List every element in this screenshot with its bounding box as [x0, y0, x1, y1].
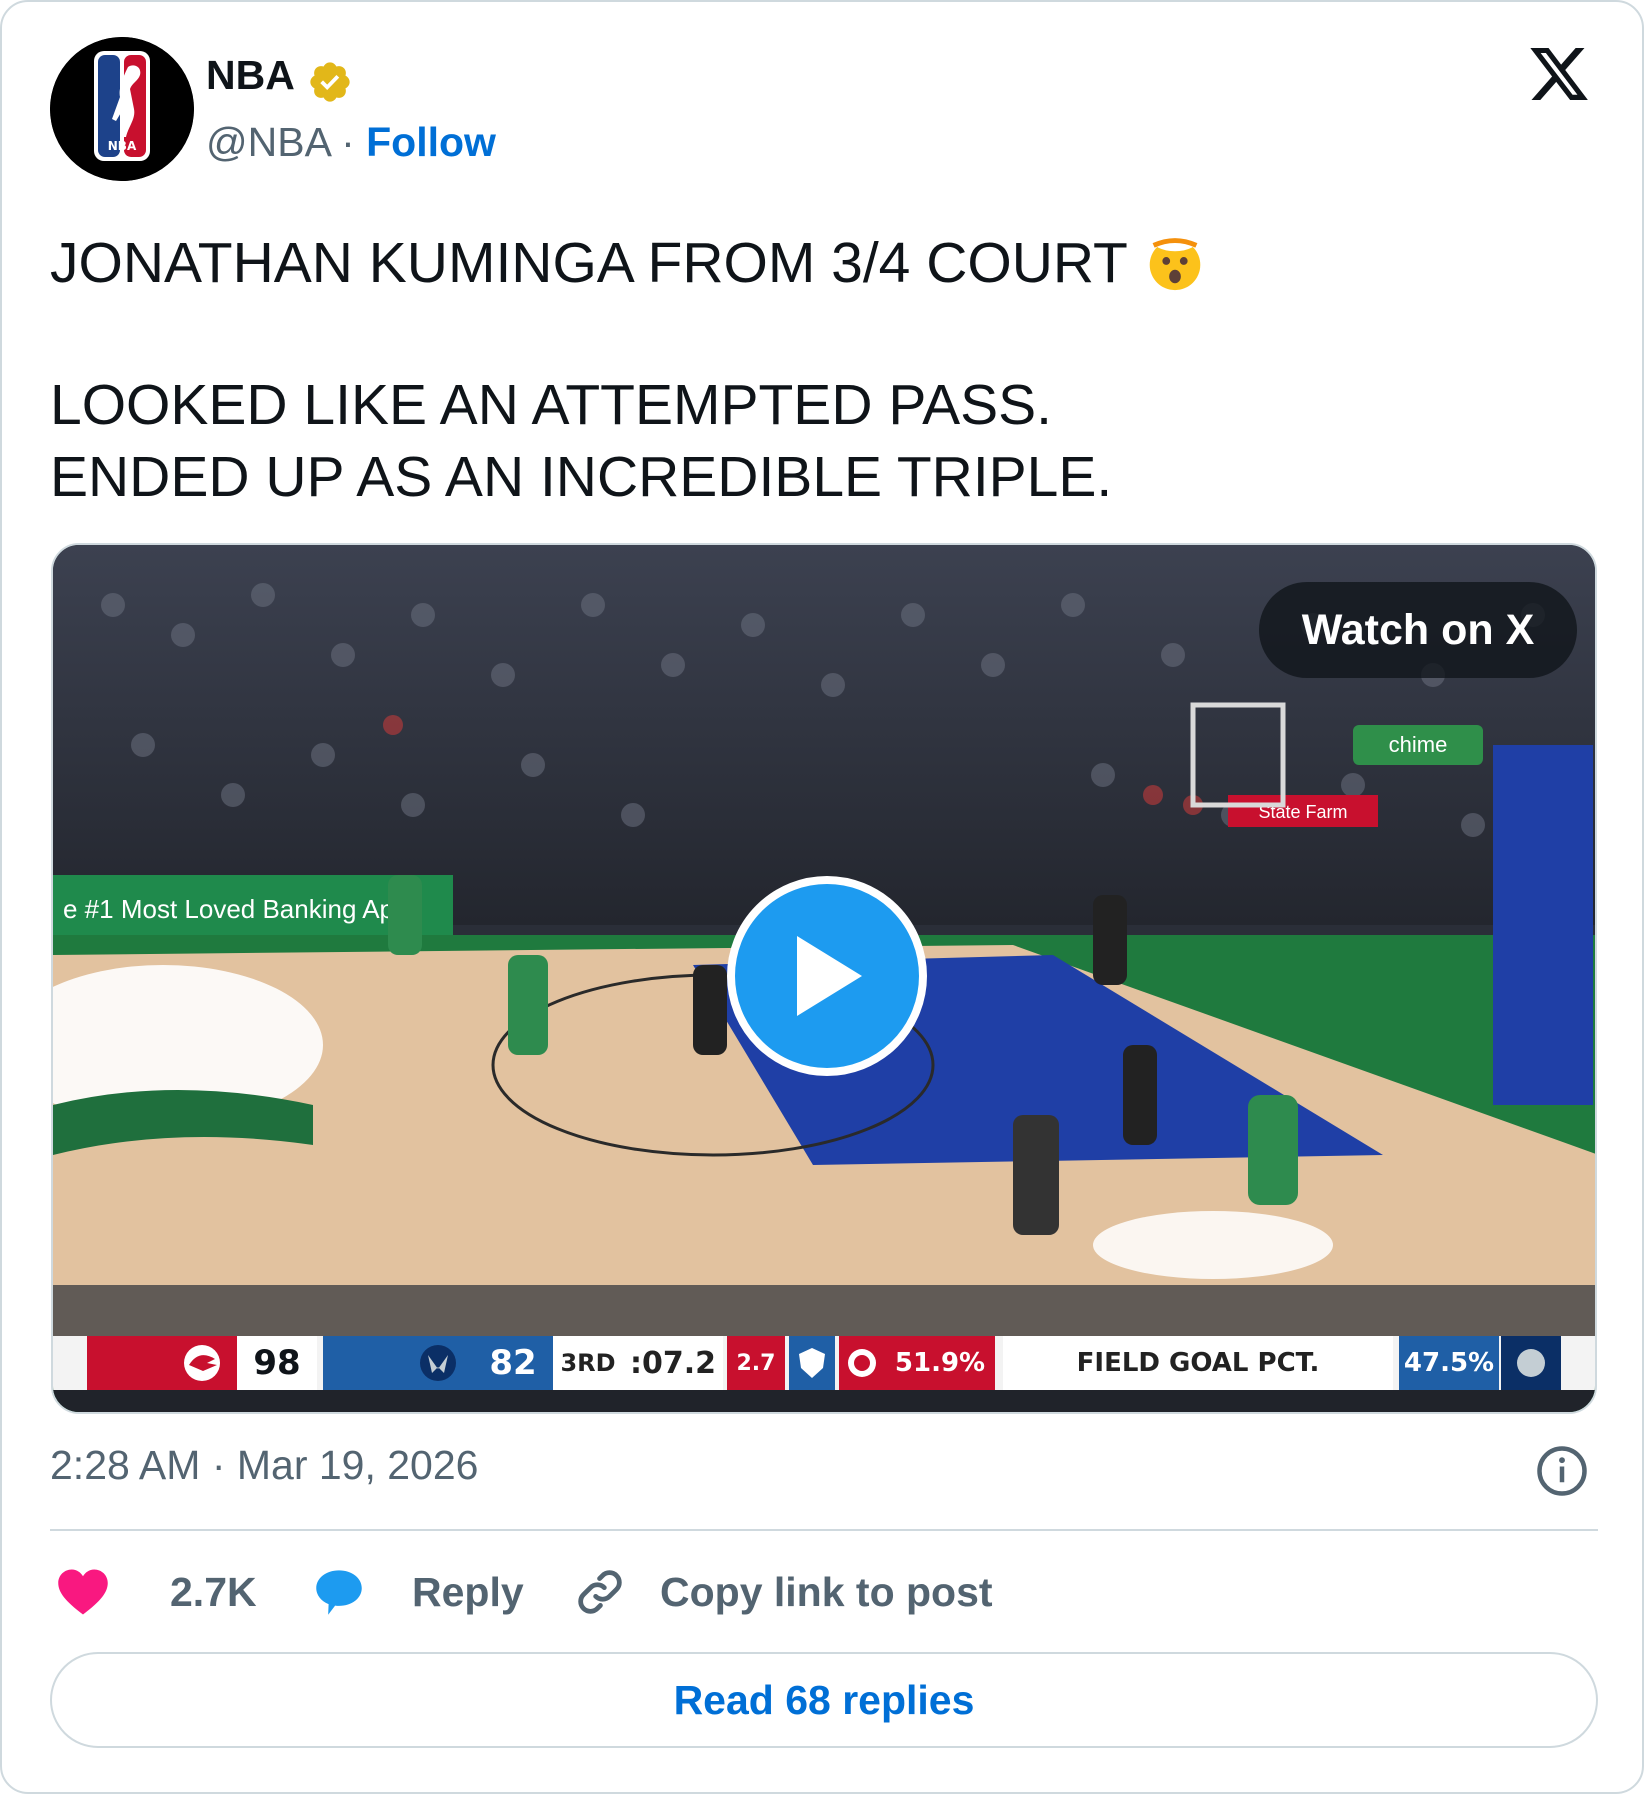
mavs-logo-icon: [420, 1345, 456, 1381]
reply-label: Reply: [412, 1568, 524, 1615]
author-handle[interactable]: @NBA: [206, 119, 330, 165]
nba-logo-icon: NBA: [50, 37, 194, 181]
mavs-mini-icon: [1517, 1349, 1545, 1377]
like-count: 2.7K: [170, 1568, 257, 1615]
sponsor-chime-text: chime: [1389, 732, 1448, 757]
copy-link-label: Copy link to post: [660, 1568, 993, 1615]
play-icon: [797, 936, 862, 1016]
hawks-logo-icon: [184, 1345, 220, 1381]
verified-badge-icon: [310, 62, 350, 102]
svg-text:NBA: NBA: [108, 139, 137, 153]
hawks-mini-icon: [848, 1349, 876, 1377]
exploding-head-emoji-icon: [1149, 226, 1201, 291]
stat-right: 47.5%: [1399, 1336, 1499, 1390]
x-logo-icon[interactable]: [1524, 42, 1594, 106]
copy-link-button[interactable]: Copy link to post: [574, 1562, 993, 1622]
tweet-line-2: LOOKED LIKE AN ATTEMPTED PASS.: [50, 373, 1053, 437]
fanduel-shield-icon: [799, 1348, 825, 1378]
tweet-line-3: ENDED UP AS AN INCREDIBLE TRIPLE.: [50, 445, 1113, 509]
stat-left: 51.9%: [885, 1336, 995, 1390]
away-score: 82: [473, 1336, 553, 1390]
post-timestamp[interactable]: 2:28 AM · Mar 19, 2026: [50, 1442, 478, 1489]
handle-line: @NBA · Follow: [206, 119, 496, 166]
period: 3RD: [553, 1336, 623, 1390]
reply-button[interactable]: Reply: [312, 1562, 524, 1622]
scorebug: 98 82 3RD :07.2 2.7 51.9% FIELD GOAL PCT…: [53, 1336, 1595, 1390]
mavs-mini-logo-cell: [1501, 1336, 1561, 1390]
follow-link[interactable]: Follow: [366, 119, 496, 165]
watch-on-x-button[interactable]: Watch on X: [1259, 582, 1577, 678]
reply-bubble-icon: [316, 1570, 362, 1615]
tweet-text: JONATHAN KUMINGA FROM 3/4 COURT LOOKED L…: [50, 224, 1610, 513]
like-button[interactable]: 2.7K: [56, 1562, 257, 1622]
home-score: 98: [237, 1336, 317, 1390]
heart-icon: [58, 1569, 108, 1615]
author-name[interactable]: NBA: [206, 52, 295, 99]
play-button[interactable]: [727, 876, 927, 1076]
shot-clock: 2.7: [727, 1336, 785, 1390]
court-banner-text: e #1 Most Loved Banking App.: [63, 894, 416, 924]
video-player[interactable]: e #1 Most Loved Banking App. chime State…: [51, 543, 1597, 1414]
game-clock: :07.2: [623, 1336, 723, 1390]
info-icon[interactable]: [1535, 1444, 1589, 1498]
link-icon: [578, 1570, 622, 1614]
fanduel-logo-cell: [789, 1336, 835, 1390]
nba-avatar[interactable]: NBA: [50, 37, 194, 181]
footer-divider: [50, 1529, 1598, 1531]
tweet-line-1: JONATHAN KUMINGA FROM 3/4 COURT: [50, 224, 1610, 299]
stat-label: FIELD GOAL PCT.: [1003, 1336, 1393, 1390]
read-replies-button[interactable]: Read 68 replies: [50, 1652, 1598, 1748]
hawks-mini-logo-cell: [839, 1336, 885, 1390]
tweet-card: NBA NBA @NBA · Follow JONATHAN KUMINGA F…: [0, 0, 1644, 1794]
separator-dot: ·: [341, 119, 355, 165]
